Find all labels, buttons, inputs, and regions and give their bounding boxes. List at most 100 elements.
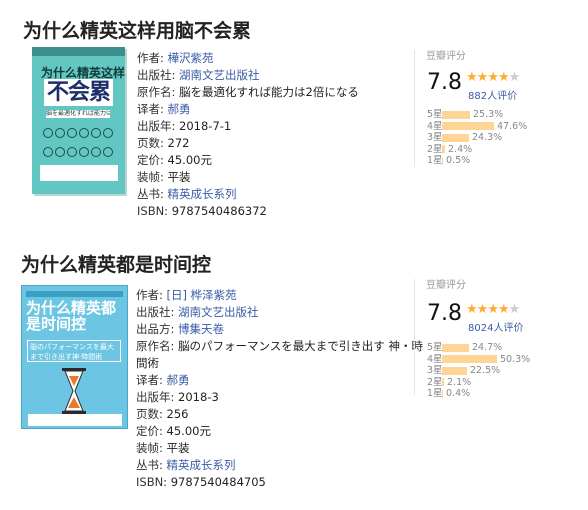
rating-count-link[interactable]: 882人评价 — [468, 87, 517, 102]
rating-distribution: 5星 24.7% 4星 50.3% 3星 22.5% 2星 2.1% 1星 0.4% — [427, 342, 530, 400]
rating-dist-bar — [442, 156, 443, 165]
star-filled-icon: ★ — [497, 70, 510, 85]
page-count: 256 — [166, 407, 189, 421]
book-title[interactable]: 为什么精英都是时间控 — [21, 250, 211, 277]
rating-dist-bar — [442, 366, 467, 375]
info-author: 作者: 樺沢紫苑 — [137, 51, 214, 65]
rating-heading: 豆瓣评分 — [426, 51, 466, 62]
rating-dist-bar — [442, 145, 445, 153]
info-binding: 装帧: 平装 — [136, 441, 190, 455]
book-cover[interactable]: 为什么精英都是时间控 脳のパフォーマンスを最大まで引き出す神·時間術 — [21, 285, 128, 429]
star-filled-icon: ★ — [476, 70, 489, 85]
cover-strip — [26, 291, 123, 297]
info-date: 出版年: 2018-3 — [136, 390, 219, 404]
rating-dist-row: 3星 22.5% — [427, 365, 530, 377]
author-link[interactable]: 樺沢紫苑 — [168, 51, 214, 65]
isbn: 9787540484705 — [170, 475, 266, 489]
rating-dist-bar — [442, 355, 497, 363]
rating-heading: 豆瓣评分 — [426, 280, 466, 291]
rating-dist-bar — [442, 343, 469, 352]
rating-dist-row: 2星 2.1% — [427, 377, 530, 389]
hourglass-icon — [62, 368, 86, 414]
cover-title: 为什么精英都是时间控 — [26, 299, 117, 333]
publisher-link[interactable]: 湖南文艺出版社 — [179, 68, 260, 82]
star-empty-icon: ★ — [508, 70, 521, 85]
info-original: 原作名: 脳を最適化すれば能力は2倍になる — [137, 85, 359, 99]
rating-dist-percent: 24.7% — [472, 342, 503, 353]
info-isbn: ISBN: 9787540486372 — [137, 204, 267, 218]
original-title: 脳のパフォーマンスを最大まで引き出す 神・時 — [178, 339, 423, 353]
binding: 平装 — [167, 170, 191, 184]
publish-date: 2018-7-1 — [179, 119, 232, 133]
rating-dist-bar — [442, 378, 444, 386]
info-original: 原作名: 脳のパフォーマンスを最大まで引き出す 神・時 — [136, 339, 423, 353]
rating-dist-label: 1星 — [427, 388, 443, 399]
rating-dist-row: 1星 0.5% — [427, 155, 527, 167]
rating-dist-label: 2星 — [427, 143, 443, 155]
rating-dist-row: 4星 50.3% — [427, 354, 530, 366]
price: 45.00元 — [166, 424, 211, 438]
cover-big-title: 不会累 — [44, 79, 113, 106]
rating-dist-label: 1星 — [427, 155, 443, 166]
info-publisher: 出版社: 湖南文艺出版社 — [136, 305, 259, 319]
info-price: 定价: 45.00元 — [136, 424, 211, 438]
rating-dist-row: 5星 25.3% — [427, 109, 527, 121]
rating-score: 7.8 — [427, 301, 462, 326]
rating-dist-bar — [442, 133, 469, 142]
rating-dist-row: 5星 24.7% — [427, 342, 530, 354]
binding: 平装 — [166, 441, 190, 455]
book-info: 作者: [日] 桦泽紫苑 出版社: 湖南文艺出版社 出品方: 博集天卷 原作名:… — [136, 287, 423, 491]
cover-band — [28, 414, 122, 426]
series-link[interactable]: 精英成长系列 — [168, 187, 237, 201]
rating-dist-row: 2星 2.4% — [427, 144, 527, 156]
rating-dist-bar — [442, 389, 443, 398]
rating-dist-row: 3星 24.3% — [427, 132, 527, 144]
star-filled-icon: ★ — [497, 302, 510, 317]
author-link[interactable]: [日] 桦泽紫苑 — [167, 288, 237, 302]
info-pages: 页数: 272 — [137, 136, 190, 150]
rating-dist-percent: 2.4% — [448, 143, 473, 155]
publisher-link[interactable]: 湖南文艺出版社 — [178, 305, 259, 319]
cover-subtitle: 脳を最適化すれば能力は2倍になる — [46, 110, 110, 118]
info-translator: 译者: 郝勇 — [137, 102, 191, 116]
info-publisher: 出版社: 湖南文艺出版社 — [137, 68, 260, 82]
rating-dist-label: 3星 — [427, 132, 443, 143]
book-cover[interactable]: 为什么精英这样用脑 不会累 脳を最適化すれば能力は2倍になる — [32, 47, 125, 194]
star-icon-group: ★★★★★ — [466, 302, 521, 317]
original-title-cont: 間術 — [136, 356, 159, 370]
rating-panel: 豆瓣评分 7.8 ★★★★★ 882人评价 5星 25.3% 4星 47.6% 3星 24… — [414, 50, 527, 167]
publish-date: 2018-3 — [178, 390, 219, 404]
book-info: 作者: 樺沢紫苑 出版社: 湖南文艺出版社 原作名: 脳を最適化すれば能力は2倍… — [137, 50, 359, 220]
series-link[interactable]: 精英成长系列 — [167, 458, 236, 472]
info-producer: 出品方: 博集天卷 — [136, 322, 225, 336]
rating-dist-percent: 22.5% — [470, 365, 501, 376]
info-series: 丛书: 精英成长系列 — [137, 187, 237, 201]
cover-band — [40, 165, 118, 181]
cover-illustration — [42, 125, 114, 159]
rating-dist-percent: 0.4% — [446, 388, 471, 399]
star-empty-icon: ★ — [508, 302, 521, 317]
producer-link[interactable]: 博集天卷 — [178, 322, 224, 336]
rating-score: 7.8 — [427, 70, 462, 95]
translator-link[interactable]: 郝勇 — [167, 373, 190, 387]
rating-dist-label: 2星 — [427, 376, 443, 388]
info-isbn: ISBN: 9787540484705 — [136, 475, 266, 489]
star-filled-icon: ★ — [487, 70, 499, 85]
rating-dist-percent: 2.1% — [447, 376, 472, 388]
info-price: 定价: 45.00元 — [137, 153, 212, 167]
rating-distribution: 5星 25.3% 4星 47.6% 3星 24.3% 2星 2.4% 1星 0.5% — [427, 109, 527, 167]
info-series: 丛书: 精英成长系列 — [136, 458, 236, 472]
page-count: 272 — [167, 136, 190, 150]
star-filled-icon: ★ — [466, 70, 478, 85]
star-filled-icon: ★ — [487, 302, 499, 317]
translator-link[interactable]: 郝勇 — [168, 102, 191, 116]
book-title[interactable]: 为什么精英这样用脑不会累 — [23, 16, 251, 43]
info-translator: 译者: 郝勇 — [136, 373, 190, 387]
star-icon-group: ★★★★★ — [466, 70, 521, 85]
rating-dist-percent: 50.3% — [500, 353, 531, 365]
rating-dist-row: 4星 47.6% — [427, 121, 527, 133]
rating-dist-percent: 0.5% — [446, 155, 471, 166]
rating-count-link[interactable]: 8024人评价 — [468, 319, 523, 334]
rating-dist-label: 4星 — [427, 353, 443, 365]
rating-dist-bar — [442, 122, 494, 130]
